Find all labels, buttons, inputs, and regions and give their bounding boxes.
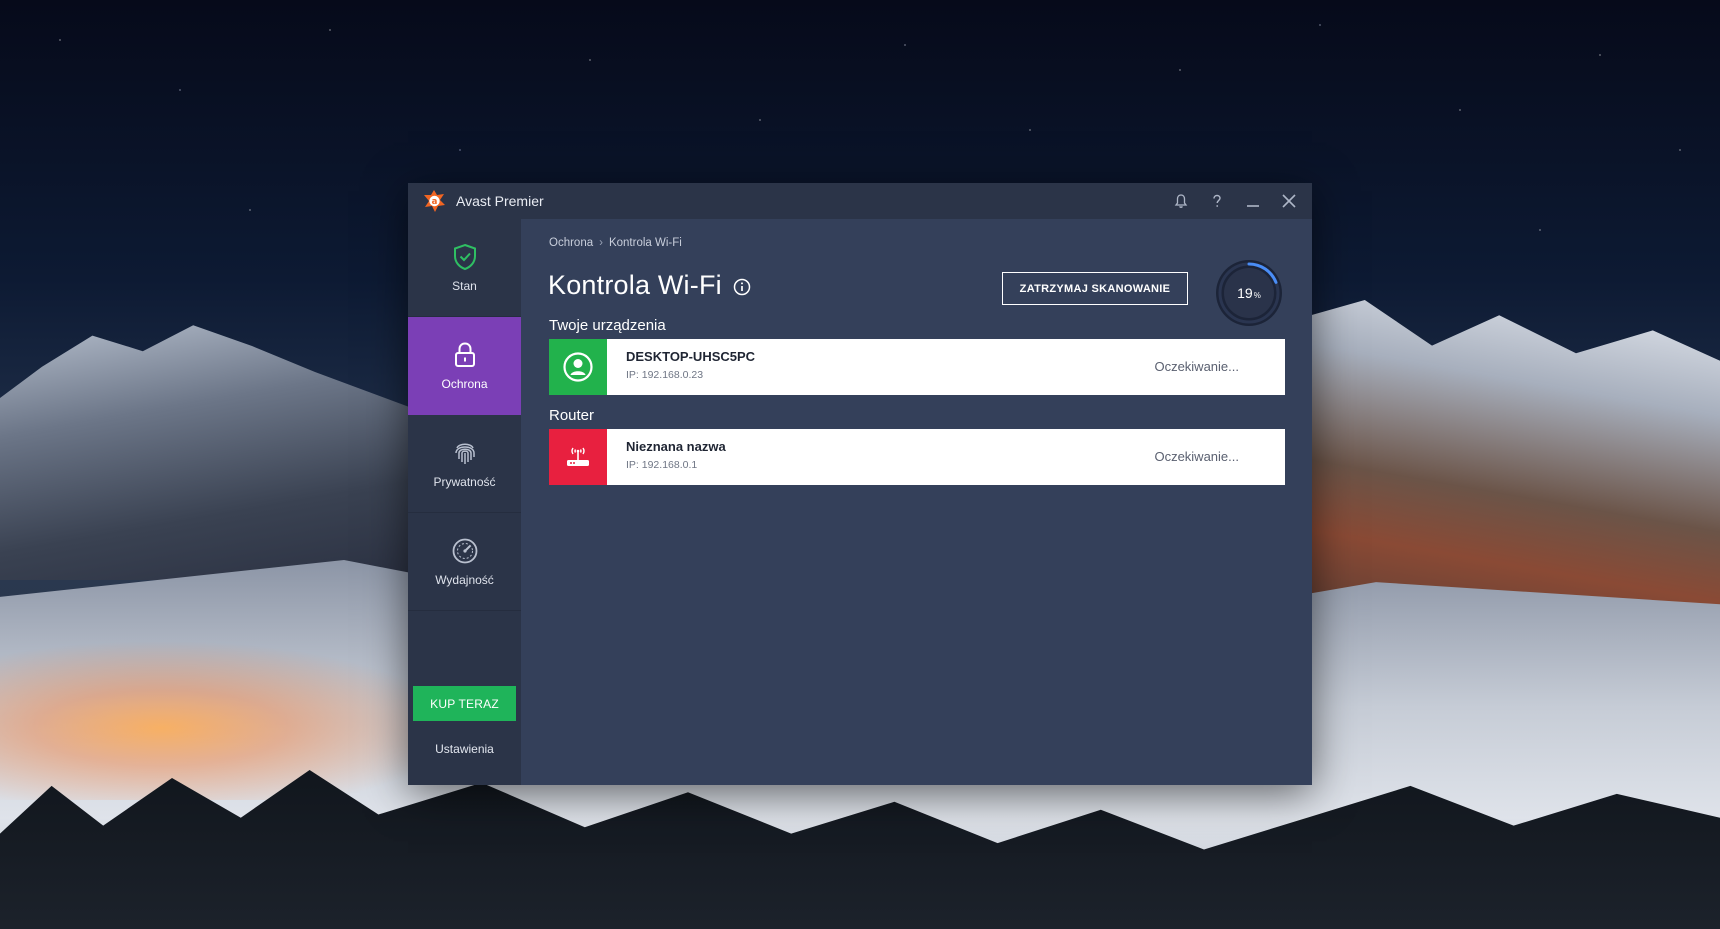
breadcrumb-item-ochrona[interactable]: Ochrona	[549, 237, 593, 249]
info-icon[interactable]	[733, 278, 751, 296]
stop-scan-button[interactable]: ZATRZYMAJ SKANOWANIE	[1002, 272, 1188, 305]
device-card[interactable]: DESKTOP-UHSC5PC IP: 192.168.0.23 Oczekiw…	[549, 339, 1285, 395]
sidebar-item-prywatnosc[interactable]: Prywatność	[408, 415, 521, 513]
sidebar-item-wydajnosc[interactable]: Wydajność	[408, 513, 521, 611]
notifications-button[interactable]	[1166, 187, 1196, 215]
router-card[interactable]: Nieznana nazwa IP: 192.168.0.1 Oczekiwan…	[549, 429, 1285, 485]
buy-now-button[interactable]: KUP TERAZ	[413, 686, 516, 721]
shield-check-icon	[451, 243, 479, 271]
sidebar-item-label: Prywatność	[433, 474, 496, 489]
device-name: DESKTOP-UHSC5PC	[626, 349, 756, 364]
user-icon	[563, 352, 593, 382]
close-icon	[1282, 194, 1296, 208]
router-section-title: Router	[549, 407, 595, 424]
devices-section-title: Twoje urządzenia	[549, 317, 666, 334]
speedometer-icon	[451, 537, 479, 565]
window-title: Avast Premier	[456, 193, 544, 209]
avast-logo-icon: a	[424, 190, 445, 212]
app-window: a Avast Premier Stan Ochrona Prywatność …	[408, 183, 1312, 785]
router-ip: IP: 192.168.0.1	[626, 459, 698, 471]
settings-link[interactable]: Ustawienia	[408, 734, 521, 764]
sidebar-item-label: Ochrona	[441, 377, 488, 391]
lock-icon	[451, 341, 479, 369]
router-info: Nieznana nazwa IP: 192.168.0.1	[626, 439, 726, 471]
sidebar-item-label: Wydajność	[435, 572, 494, 587]
sidebar: Stan Ochrona Prywatność Wydajność KUP TE…	[408, 219, 521, 785]
breadcrumb-item-current: Kontrola Wi-Fi	[608, 237, 682, 249]
device-icon-box	[549, 339, 607, 395]
device-ip: IP: 192.168.0.23	[626, 369, 704, 381]
window-controls	[1166, 187, 1304, 215]
svg-text:a: a	[432, 197, 438, 207]
router-icon	[567, 447, 589, 466]
device-info: DESKTOP-UHSC5PC IP: 192.168.0.23	[626, 349, 755, 381]
device-status: Oczekiwanie...	[1154, 359, 1239, 374]
progress-unit: %	[1253, 290, 1261, 300]
minimize-icon	[1247, 205, 1259, 207]
sidebar-item-ochrona[interactable]: Ochrona	[408, 317, 521, 415]
help-button[interactable]	[1202, 187, 1232, 215]
router-name: Nieznana nazwa	[626, 439, 726, 454]
close-button[interactable]	[1274, 187, 1304, 215]
router-icon-box	[549, 429, 607, 485]
scan-progress-value: 19%	[1214, 258, 1284, 328]
router-status: Oczekiwanie...	[1154, 449, 1239, 464]
sidebar-item-stan[interactable]: Stan	[408, 219, 521, 317]
question-mark-icon	[1213, 194, 1221, 207]
breadcrumb-separator: ›	[599, 237, 603, 249]
main-content: Ochrona › Kontrola Wi-Fi Kontrola Wi-Fi …	[521, 219, 1312, 785]
fingerprint-icon	[451, 439, 479, 467]
progress-number: 19	[1237, 285, 1253, 301]
page-title: Kontrola Wi-Fi	[548, 270, 722, 300]
sidebar-item-label: Stan	[452, 278, 477, 293]
title-bar[interactable]: a Avast Premier	[408, 183, 1312, 219]
bell-icon	[1174, 194, 1188, 208]
breadcrumb: Ochrona › Kontrola Wi-Fi	[549, 237, 682, 249]
village-lights	[0, 640, 460, 800]
minimize-button[interactable]	[1238, 187, 1268, 215]
